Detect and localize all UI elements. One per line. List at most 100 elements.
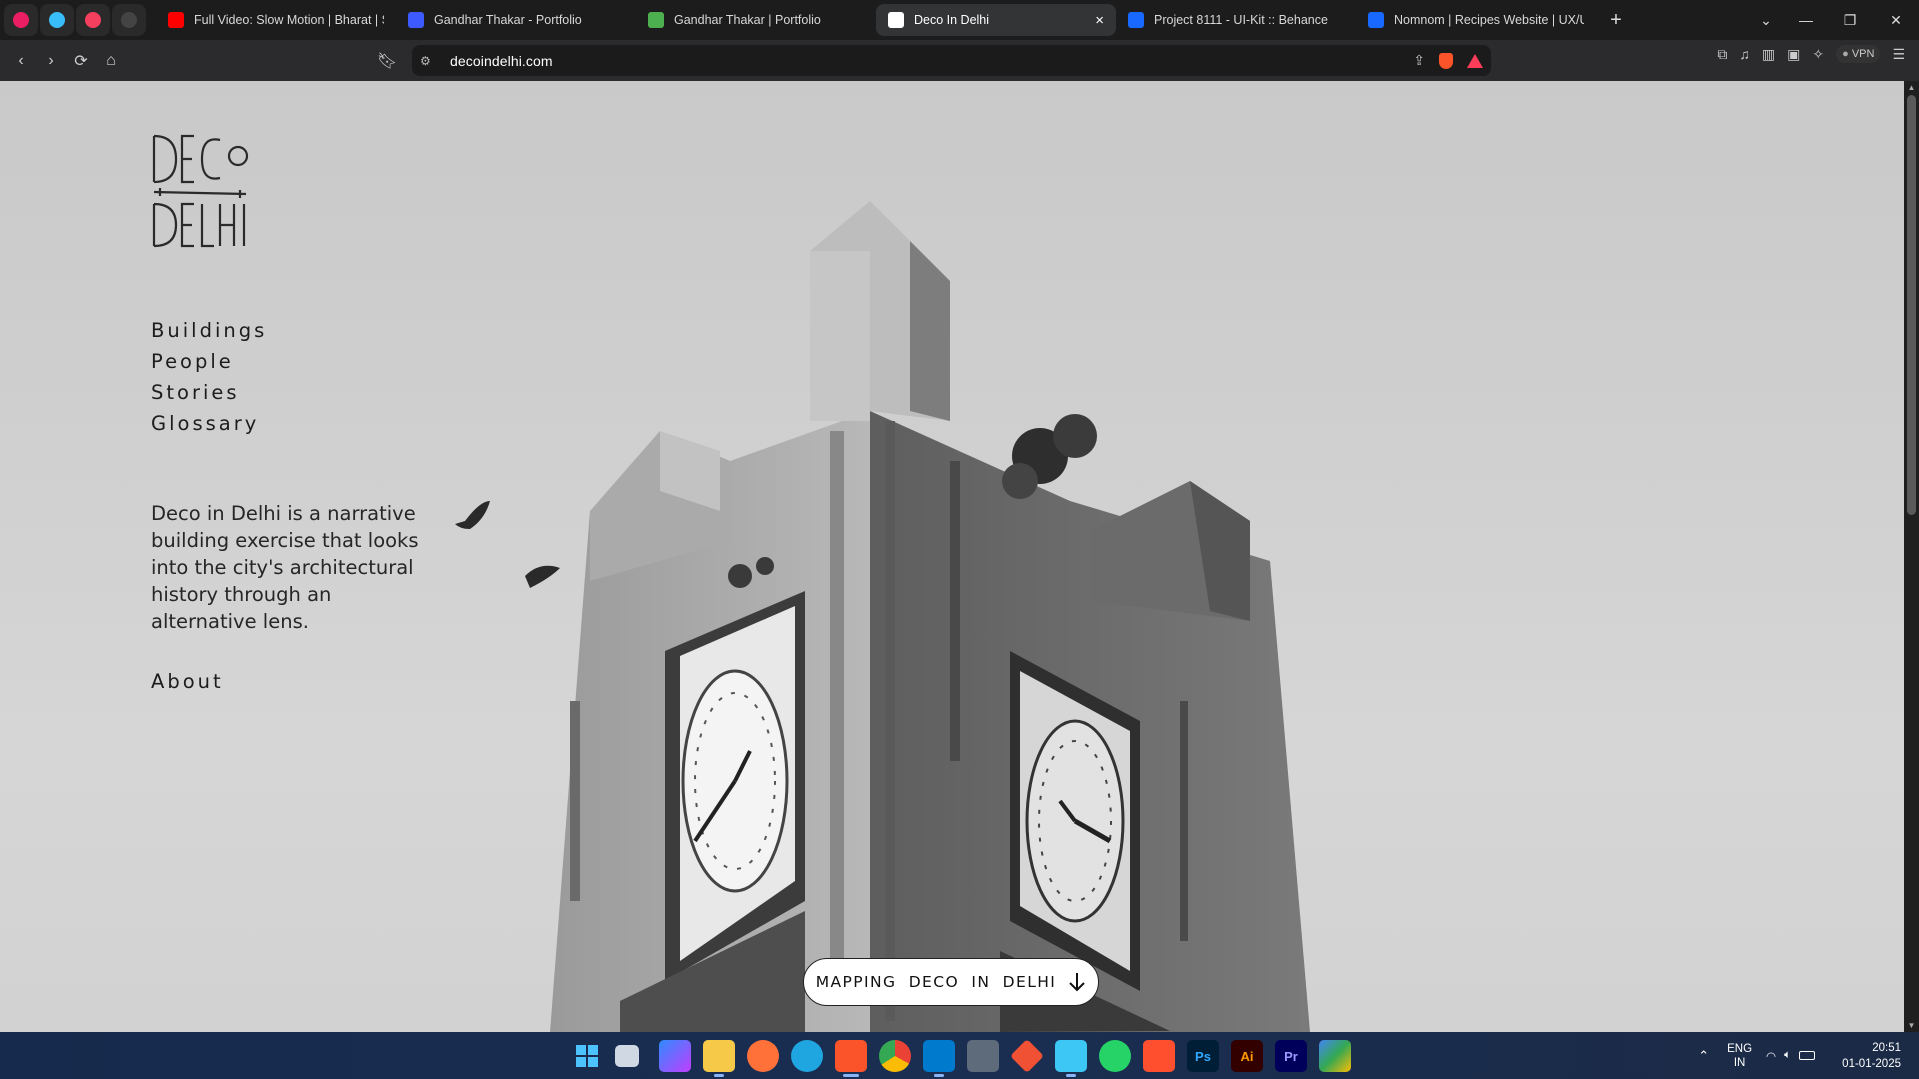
snipping-tool-icon[interactable]: [1143, 1040, 1175, 1072]
tab-1[interactable]: Full Video: Slow Motion | Bharat | Sa: [156, 4, 396, 36]
whatsapp-icon[interactable]: [1099, 1040, 1131, 1072]
notepad-icon[interactable]: [1055, 1040, 1087, 1077]
forward-icon[interactable]: ›: [36, 46, 66, 76]
page-viewport: Buildings People Stories Glossary Deco i…: [0, 81, 1904, 1032]
vscode-icon[interactable]: [923, 1040, 955, 1077]
brave-icon[interactable]: [835, 1040, 867, 1077]
nav-glossary[interactable]: Glossary: [151, 408, 267, 439]
git-icon[interactable]: [1010, 1039, 1044, 1073]
tab-5[interactable]: Project 8111 - UI-Kit :: Behance: [1116, 4, 1356, 36]
task-view-icon[interactable]: [615, 1045, 639, 1067]
url-text[interactable]: decoindelhi.com: [450, 53, 553, 69]
about-link[interactable]: About: [151, 670, 224, 693]
site-logo[interactable]: [150, 130, 250, 250]
vpn-button[interactable]: ● VPN: [1836, 45, 1881, 63]
back-icon[interactable]: ‹: [6, 46, 36, 76]
youtube-icon: [168, 12, 184, 28]
wallet-icon[interactable]: ▣: [1787, 46, 1800, 63]
nav-buildings[interactable]: Buildings: [151, 315, 267, 346]
clock-date: 01-01-2025: [1842, 1057, 1901, 1070]
site-settings-icon[interactable]: ⚙: [420, 54, 436, 68]
clock-time: 20:51: [1872, 1041, 1901, 1054]
leo-ai-icon[interactable]: ✧: [1812, 46, 1824, 63]
volume-icon[interactable]: 🔈︎: [1784, 1049, 1791, 1062]
lang-region: IN: [1733, 1056, 1746, 1069]
main-nav: Buildings People Stories Glossary: [151, 315, 267, 439]
pen-icon: [121, 12, 137, 28]
photoshop-icon[interactable]: Ps: [1187, 1040, 1219, 1072]
tray-overflow-icon[interactable]: ⌃: [1698, 1048, 1709, 1064]
pinned-tab-3[interactable]: [76, 4, 110, 36]
windows-taskbar: Ps Ai Pr ⌃ ENG IN ◠ 🔈︎ 20:51 01-01-2025: [0, 1032, 1919, 1079]
home-icon[interactable]: ⌂: [96, 46, 126, 76]
nav-people[interactable]: People: [151, 346, 267, 377]
vpn-label: VPN: [1851, 48, 1875, 60]
extensions-icon[interactable]: ⧉: [1717, 46, 1727, 63]
page-scrollbar[interactable]: ▲ ▼: [1904, 81, 1919, 1032]
tab-title: Project 8111 - UI-Kit :: Behance: [1154, 13, 1328, 27]
chrome-icon[interactable]: [879, 1040, 911, 1072]
calculator-icon[interactable]: [967, 1040, 999, 1072]
gt-icon: [408, 12, 424, 28]
arrow-down-icon: [1069, 973, 1085, 992]
swirl-icon: [85, 12, 101, 28]
copilot-icon[interactable]: [659, 1040, 691, 1072]
edge-icon[interactable]: [791, 1040, 823, 1072]
behance-icon: [1128, 12, 1144, 28]
tab-3[interactable]: Gandhar Thakar | Portfolio: [636, 4, 876, 36]
lang-code: ENG: [1727, 1042, 1753, 1055]
close-tab-icon[interactable]: ×: [1095, 12, 1104, 29]
tailwind-icon: [49, 12, 65, 28]
share-icon[interactable]: ⇪: [1413, 52, 1425, 69]
browser-toolbar: ‹ › ⟳ ⌂ 🔖︎ ⚙ decoindelhi.com ⇪ ⧉ ♫ ▥ ▣ ✧…: [0, 40, 1919, 81]
tab-4[interactable]: Deco In Delhi ×: [876, 4, 1116, 36]
gt-green-icon: [648, 12, 664, 28]
scroll-up-icon[interactable]: ▲: [1904, 83, 1919, 92]
tab-2[interactable]: Gandhar Thakar - Portfolio: [396, 4, 636, 36]
mapping-cta-button[interactable]: MAPPING DECO IN DELHI: [803, 958, 1099, 1006]
tab-search-button[interactable]: ⌄: [1746, 0, 1786, 40]
reload-icon[interactable]: ⟳: [66, 46, 96, 76]
media-icon[interactable]: ♫: [1739, 46, 1750, 62]
tab-6[interactable]: Nomnom | Recipes Website | UX/UI: [1356, 4, 1596, 36]
cta-label: MAPPING DECO IN DELHI: [815, 973, 1057, 991]
pinned-tab-4[interactable]: [112, 4, 146, 36]
restore-button[interactable]: ❐: [1830, 0, 1870, 40]
menu-icon[interactable]: ☰: [1892, 46, 1905, 63]
clock-tower-photo: [455, 201, 1310, 1032]
behance-icon: [1368, 12, 1384, 28]
battery-icon[interactable]: [1799, 1051, 1815, 1060]
page-icon: [888, 12, 904, 28]
start-icon[interactable]: [571, 1040, 603, 1072]
intro-text: Deco in Delhi is a narrative building ex…: [151, 502, 419, 633]
nav-stories[interactable]: Stories: [151, 377, 267, 408]
pinned-tab-1[interactable]: [4, 4, 38, 36]
tab-title: Gandhar Thakar - Portfolio: [434, 13, 582, 27]
file-explorer-icon[interactable]: [703, 1040, 735, 1077]
firefox-icon[interactable]: [747, 1040, 779, 1072]
pinned-tab-2[interactable]: [40, 4, 74, 36]
tab-title: Full Video: Slow Motion | Bharat | Sa: [194, 13, 384, 27]
scroll-down-icon[interactable]: ▼: [1904, 1021, 1919, 1030]
close-window-button[interactable]: ✕: [1876, 0, 1916, 40]
brave-rewards-icon[interactable]: [1467, 53, 1483, 68]
brave-shield-icon[interactable]: [1439, 52, 1453, 69]
address-bar[interactable]: ⚙ decoindelhi.com ⇪: [412, 45, 1491, 76]
sidebar-icon[interactable]: ▥: [1762, 46, 1775, 63]
tab-title: Nomnom | Recipes Website | UX/UI: [1394, 13, 1584, 27]
new-tab-button[interactable]: +: [1602, 9, 1630, 32]
scrollbar-thumb[interactable]: [1907, 95, 1916, 515]
app-icon: [13, 12, 29, 28]
premiere-icon[interactable]: Pr: [1275, 1040, 1307, 1072]
system-tray: ⌃ ENG IN ◠ 🔈︎ 20:51 01-01-2025: [1698, 1032, 1919, 1079]
tab-title: Deco In Delhi: [914, 13, 990, 27]
language-indicator[interactable]: ENG IN: [1727, 1042, 1752, 1070]
tab-title: Gandhar Thakar | Portfolio: [674, 13, 821, 27]
tab-strip: Full Video: Slow Motion | Bharat | Sa Gan…: [0, 0, 1919, 40]
clock[interactable]: 20:51 01-01-2025: [1831, 1040, 1901, 1072]
minimize-button[interactable]: —: [1786, 0, 1826, 40]
wifi-icon[interactable]: ◠: [1766, 1049, 1776, 1063]
google-drive-icon[interactable]: [1319, 1040, 1351, 1072]
illustrator-icon[interactable]: Ai: [1231, 1040, 1263, 1072]
bookmark-icon[interactable]: 🔖︎: [372, 46, 402, 76]
